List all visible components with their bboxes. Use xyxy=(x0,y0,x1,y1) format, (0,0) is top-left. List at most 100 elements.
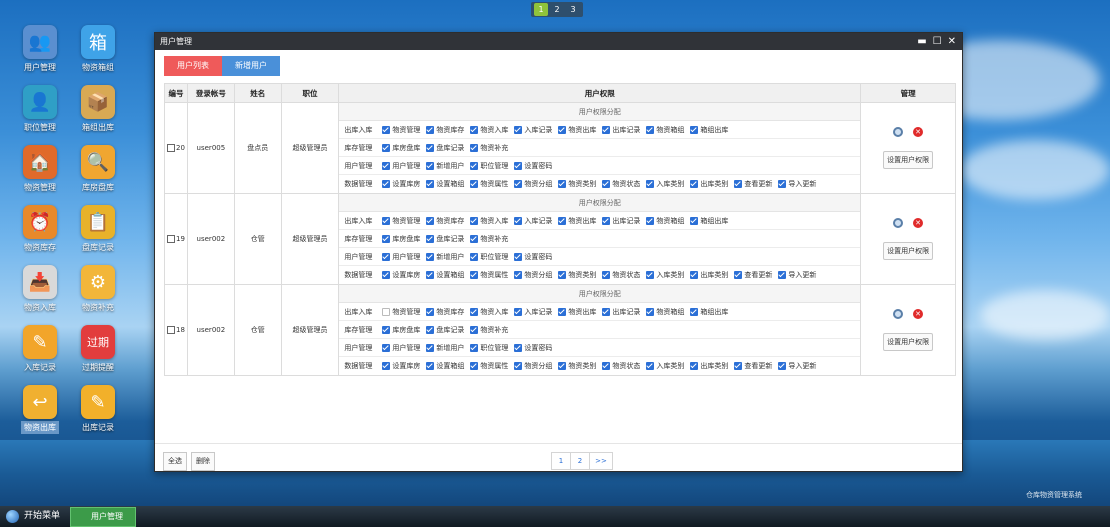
desktop-icon-6[interactable]: ⏰ 物资库存 xyxy=(11,205,69,254)
permission-option[interactable]: 入库类别 xyxy=(646,361,684,371)
permission-option[interactable]: 库房盘库 xyxy=(382,234,420,244)
permission-option[interactable]: 设置库房 xyxy=(382,179,420,189)
permission-checkbox[interactable] xyxy=(646,180,655,188)
permission-checkbox[interactable] xyxy=(382,325,391,334)
desktop-icon-1[interactable]: 箱物资箱组 xyxy=(69,25,127,74)
permission-option[interactable]: 物资类别 xyxy=(558,179,596,189)
permission-option[interactable]: 查看更新 xyxy=(734,270,772,280)
set-permission-button[interactable]: 设置用户权限 xyxy=(883,333,934,351)
permission-checkbox[interactable] xyxy=(426,234,435,243)
permission-checkbox[interactable] xyxy=(470,362,479,370)
permission-option[interactable]: 物资属性 xyxy=(470,361,508,371)
permission-checkbox[interactable] xyxy=(514,252,523,261)
permission-checkbox[interactable] xyxy=(382,125,391,134)
permission-checkbox[interactable] xyxy=(382,216,391,225)
delete-icon[interactable]: ✕ xyxy=(913,127,924,137)
desktop-icon-13[interactable]: ✎ 出库记录 xyxy=(69,385,127,434)
permission-option[interactable]: 职位管理 xyxy=(470,161,508,171)
permission-checkbox[interactable] xyxy=(470,343,479,352)
permission-checkbox[interactable] xyxy=(382,180,391,188)
permission-option[interactable]: 物资类别 xyxy=(558,361,596,371)
permission-option[interactable]: 物资入库 xyxy=(470,307,508,317)
permission-option[interactable]: 箱组出库 xyxy=(690,216,728,226)
permission-option[interactable]: 出库记录 xyxy=(602,307,640,317)
permission-option[interactable]: 物资库存 xyxy=(426,125,464,135)
permission-checkbox[interactable] xyxy=(426,325,435,334)
permission-checkbox[interactable] xyxy=(514,343,523,352)
permission-option[interactable]: 库房盘库 xyxy=(382,143,420,153)
permission-option[interactable]: 物资分组 xyxy=(514,270,552,280)
permission-option[interactable]: 新增用户 xyxy=(426,343,464,353)
permission-checkbox[interactable] xyxy=(558,307,567,316)
permission-option[interactable]: 导入更新 xyxy=(778,179,816,189)
permission-checkbox[interactable] xyxy=(734,362,743,370)
permission-checkbox[interactable] xyxy=(558,125,567,134)
permission-option[interactable]: 物资分组 xyxy=(514,179,552,189)
permission-option[interactable]: 设置密码 xyxy=(514,343,552,353)
permission-option[interactable]: 盘库记录 xyxy=(426,143,464,153)
maximize-icon[interactable]: ☐ xyxy=(933,33,942,50)
permission-option[interactable]: 设置库房 xyxy=(382,270,420,280)
permission-option[interactable]: 物资箱组 xyxy=(646,125,684,135)
permission-option[interactable]: 入库类别 xyxy=(646,179,684,189)
desktop-page-2[interactable]: 2 xyxy=(550,3,564,16)
permission-option[interactable]: 新增用户 xyxy=(426,252,464,262)
permission-checkbox[interactable] xyxy=(778,180,787,188)
desktop-icon-2[interactable]: 👤 职位管理 xyxy=(11,85,69,134)
permission-option[interactable]: 物资库存 xyxy=(426,216,464,226)
permission-option[interactable]: 入库记录 xyxy=(514,216,552,226)
permission-option[interactable]: 物资属性 xyxy=(470,270,508,280)
desktop-icon-5[interactable]: 🔍 库房盘库 xyxy=(69,145,127,194)
permission-checkbox[interactable] xyxy=(382,252,391,261)
permission-option[interactable]: 设置箱组 xyxy=(426,270,464,280)
permission-option[interactable]: 物资状态 xyxy=(602,179,640,189)
permission-checkbox[interactable] xyxy=(646,125,655,134)
row-checkbox[interactable] xyxy=(167,235,175,243)
permission-checkbox[interactable] xyxy=(426,180,435,188)
permission-checkbox[interactable] xyxy=(470,125,479,134)
permission-checkbox[interactable] xyxy=(558,180,567,188)
permission-checkbox[interactable] xyxy=(382,234,391,243)
permission-option[interactable]: 入库记录 xyxy=(514,125,552,135)
permission-option[interactable]: 用户管理 xyxy=(382,343,420,353)
permission-checkbox[interactable] xyxy=(690,362,699,370)
permission-option[interactable]: 物资箱组 xyxy=(646,216,684,226)
desktop-icon-11[interactable]: 过期 过期提醒 xyxy=(69,325,127,374)
page-1[interactable]: 1 xyxy=(551,452,571,470)
permission-checkbox[interactable] xyxy=(382,307,391,316)
permission-checkbox[interactable] xyxy=(426,216,435,225)
permission-checkbox[interactable] xyxy=(602,362,611,370)
permission-option[interactable]: 物资属性 xyxy=(470,179,508,189)
permission-option[interactable]: 物资分组 xyxy=(514,361,552,371)
permission-option[interactable]: 物资出库 xyxy=(558,216,596,226)
permission-checkbox[interactable] xyxy=(646,271,655,279)
set-permission-button[interactable]: 设置用户权限 xyxy=(883,151,934,169)
permission-option[interactable]: 设置密码 xyxy=(514,161,552,171)
permission-checkbox[interactable] xyxy=(514,271,523,279)
desktop-icon-0[interactable]: 👥 用户管理 xyxy=(11,25,69,74)
desktop-icon-12[interactable]: ↩ 物资出库 xyxy=(11,385,69,434)
delete-button[interactable]: 删除 xyxy=(191,452,215,471)
permission-option[interactable]: 入库记录 xyxy=(514,307,552,317)
permission-checkbox[interactable] xyxy=(382,143,391,152)
permission-checkbox[interactable] xyxy=(426,143,435,152)
permission-checkbox[interactable] xyxy=(690,216,699,225)
delete-icon[interactable]: ✕ xyxy=(913,218,924,228)
permission-checkbox[interactable] xyxy=(382,362,391,370)
permission-checkbox[interactable] xyxy=(426,362,435,370)
permission-checkbox[interactable] xyxy=(646,307,655,316)
close-icon[interactable]: ✕ xyxy=(948,33,956,50)
delete-icon[interactable]: ✕ xyxy=(913,309,924,319)
permission-checkbox[interactable] xyxy=(734,271,743,279)
permission-checkbox[interactable] xyxy=(602,180,611,188)
desktop-page-1[interactable]: 1 xyxy=(534,3,548,16)
permission-checkbox[interactable] xyxy=(470,180,479,188)
permission-checkbox[interactable] xyxy=(470,325,479,334)
permission-option[interactable]: 物资入库 xyxy=(470,125,508,135)
permission-option[interactable]: 物资管理 xyxy=(382,216,420,226)
permission-checkbox[interactable] xyxy=(426,307,435,316)
tab-user-list[interactable]: 用户列表 xyxy=(164,56,222,76)
permission-checkbox[interactable] xyxy=(778,271,787,279)
permission-checkbox[interactable] xyxy=(558,216,567,225)
permission-option[interactable]: 导入更新 xyxy=(778,361,816,371)
